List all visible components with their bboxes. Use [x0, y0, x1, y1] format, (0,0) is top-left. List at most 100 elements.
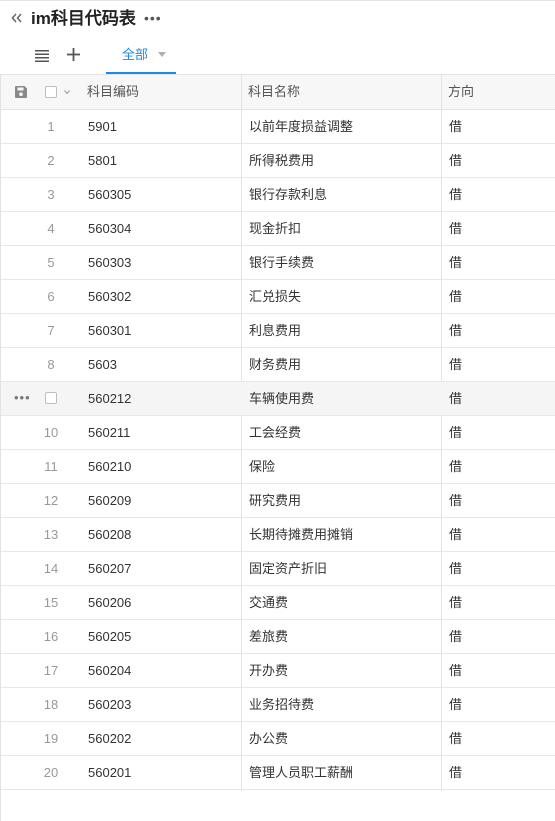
cell-name[interactable]: 车辆使用费 — [249, 382, 314, 415]
cell-code[interactable]: 560208 — [88, 518, 131, 551]
cell-code[interactable]: 560301 — [88, 314, 131, 347]
table-row[interactable]: 12 560209 研究费用 借 — [1, 484, 555, 518]
cell-name[interactable]: 银行存款利息 — [249, 178, 327, 211]
table-row[interactable]: 20 560201 管理人员职工薪酬 借 — [1, 756, 555, 790]
cell-direction[interactable]: 借 — [449, 756, 462, 789]
chevron-down-icon[interactable] — [64, 89, 70, 95]
cell-name[interactable]: 长期待摊费用摊销 — [249, 518, 353, 551]
table-row[interactable]: 4 560304 现金折扣 借 — [1, 212, 555, 246]
cell-code[interactable]: 560204 — [88, 654, 131, 687]
table-row[interactable]: 10 560211 工会经费 借 — [1, 416, 555, 450]
cell-direction[interactable]: 借 — [449, 212, 462, 245]
cell-direction[interactable]: 借 — [449, 314, 462, 347]
cell-direction[interactable]: 借 — [449, 552, 462, 585]
cell-direction[interactable]: 借 — [449, 620, 462, 653]
cell-name[interactable]: 固定资产折旧 — [249, 552, 327, 585]
cell-direction[interactable]: 借 — [449, 586, 462, 619]
cell-name[interactable]: 以前年度损益调整 — [249, 110, 353, 143]
cell-code[interactable]: 560303 — [88, 246, 131, 279]
cell-name[interactable]: 研究费用 — [249, 484, 301, 517]
table-row[interactable]: 18 560203 业务招待费 借 — [1, 688, 555, 722]
row-number: 17 — [43, 663, 59, 678]
cell-code[interactable]: 560206 — [88, 586, 131, 619]
cell-name[interactable]: 交通费 — [249, 586, 288, 619]
cell-name[interactable]: 银行手续费 — [249, 246, 314, 279]
cell-name[interactable]: 财务费用 — [249, 348, 301, 381]
top-border — [0, 0, 555, 1]
cell-direction[interactable]: 借 — [449, 110, 462, 143]
table-row[interactable]: 15 560206 交通费 借 — [1, 586, 555, 620]
cell-direction[interactable]: 借 — [449, 518, 462, 551]
cell-name[interactable]: 汇兑损失 — [249, 280, 301, 313]
cell-direction[interactable]: 借 — [449, 450, 462, 483]
chevron-down-icon[interactable] — [158, 52, 166, 57]
cell-code[interactable]: 560211 — [88, 416, 130, 449]
cell-name[interactable]: 现金折扣 — [249, 212, 301, 245]
table-row[interactable]: 5 560303 银行手续费 借 — [1, 246, 555, 280]
column-header-name[interactable]: 科目名称 — [248, 75, 300, 109]
cell-code[interactable]: 5801 — [88, 144, 117, 177]
cell-name[interactable]: 办公费 — [249, 722, 288, 755]
cell-direction[interactable]: 借 — [449, 484, 462, 517]
cell-direction[interactable]: 借 — [449, 246, 462, 279]
row-checkbox[interactable] — [45, 392, 57, 404]
table-row[interactable]: 17 560204 开办费 借 — [1, 654, 555, 688]
table-row[interactable]: 2 5801 所得税费用 借 — [1, 144, 555, 178]
cell-direction[interactable]: 借 — [449, 178, 462, 211]
select-all-checkbox[interactable] — [45, 86, 57, 98]
cell-code[interactable]: 5901 — [88, 110, 117, 143]
cell-direction[interactable]: 借 — [449, 688, 462, 721]
table-row[interactable]: 6 560302 汇兑损失 借 — [1, 280, 555, 314]
cell-code[interactable]: 560201 — [88, 756, 131, 789]
table-row[interactable]: 16 560205 差旅费 借 — [1, 620, 555, 654]
row-number: 1 — [47, 119, 55, 134]
cell-name[interactable]: 保险 — [249, 450, 275, 483]
cell-direction[interactable]: 借 — [449, 654, 462, 687]
cell-code[interactable]: 560302 — [88, 280, 131, 313]
table-row[interactable]: 11 560210 保险 借 — [1, 450, 555, 484]
cell-name[interactable]: 利息费用 — [249, 314, 301, 347]
cell-code[interactable]: 560205 — [88, 620, 131, 653]
cell-code[interactable]: 560202 — [88, 722, 131, 755]
row-number: 4 — [47, 221, 55, 236]
cell-code[interactable]: 5603 — [88, 348, 117, 381]
column-header-direction[interactable]: 方向 — [448, 75, 474, 109]
table-row[interactable]: 8 5603 财务费用 借 — [1, 348, 555, 382]
cell-direction[interactable]: 借 — [449, 722, 462, 755]
tab-all[interactable]: 全部 — [106, 40, 176, 74]
cell-direction[interactable]: 借 — [449, 382, 462, 415]
table-row-hovered[interactable]: ••• 560212 车辆使用费 借 — [1, 382, 555, 416]
cell-name[interactable]: 工会经费 — [249, 416, 301, 449]
cell-name[interactable]: 所得税费用 — [249, 144, 314, 177]
cell-code[interactable]: 560209 — [88, 484, 131, 517]
table-row[interactable]: 19 560202 办公费 借 — [1, 722, 555, 756]
table-row[interactable]: 1 5901 以前年度损益调整 借 — [1, 110, 555, 144]
table-row[interactable]: 14 560207 固定资产折旧 借 — [1, 552, 555, 586]
double-chevron-left-icon[interactable] — [10, 11, 24, 25]
plus-icon[interactable] — [66, 47, 81, 62]
cell-code[interactable]: 560210 — [88, 450, 131, 483]
cell-code[interactable]: 560207 — [88, 552, 131, 585]
column-header-code[interactable]: 科目编码 — [87, 75, 139, 109]
list-icon[interactable] — [35, 50, 49, 62]
cell-name[interactable]: 开办费 — [249, 654, 288, 687]
cell-direction[interactable]: 借 — [449, 280, 462, 313]
more-options-icon[interactable]: ••• — [144, 9, 162, 27]
row-actions-icon[interactable]: ••• — [14, 382, 31, 413]
cell-direction[interactable]: 借 — [449, 348, 462, 381]
row-number: 18 — [43, 697, 59, 712]
cell-name[interactable]: 业务招待费 — [249, 688, 314, 721]
table-row[interactable]: 3 560305 银行存款利息 借 — [1, 178, 555, 212]
save-icon[interactable] — [15, 86, 27, 98]
cell-code[interactable]: 560212 — [88, 382, 131, 415]
cell-name[interactable]: 管理人员职工薪酬 — [249, 756, 353, 789]
table-row[interactable]: 13 560208 长期待摊费用摊销 借 — [1, 518, 555, 552]
cell-direction[interactable]: 借 — [449, 144, 462, 177]
cell-name[interactable]: 差旅费 — [249, 620, 288, 653]
page-title: im科目代码表 — [31, 9, 136, 28]
cell-direction[interactable]: 借 — [449, 416, 462, 449]
cell-code[interactable]: 560304 — [88, 212, 131, 245]
cell-code[interactable]: 560305 — [88, 178, 131, 211]
table-row[interactable]: 7 560301 利息费用 借 — [1, 314, 555, 348]
cell-code[interactable]: 560203 — [88, 688, 131, 721]
